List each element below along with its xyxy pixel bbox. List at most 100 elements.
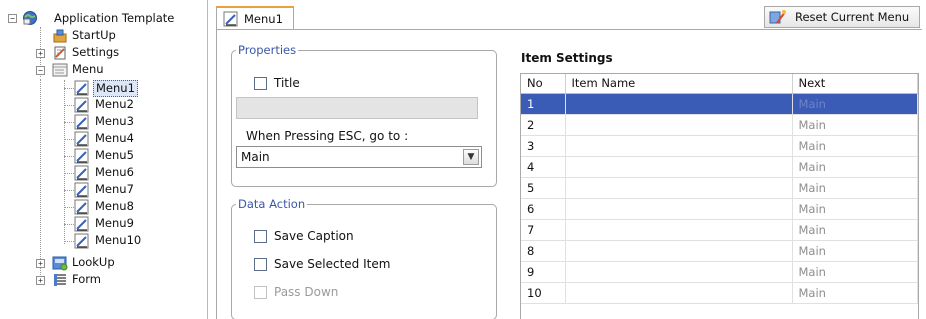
cell-no[interactable]: 8 — [521, 240, 566, 262]
cell-no[interactable]: 10 — [521, 282, 566, 304]
tree-label: Menu7 — [95, 182, 134, 196]
cell-next[interactable]: Main — [792, 114, 918, 136]
cell-name[interactable] — [565, 156, 793, 178]
table-row[interactable]: 4 Main — [521, 156, 918, 178]
esc-target-select[interactable]: Main ▼ — [236, 146, 482, 168]
table-row[interactable]: 1 Main — [521, 93, 918, 115]
tree-connector — [64, 105, 74, 106]
table-header-row: No Item Name Next — [521, 74, 918, 94]
cell-next[interactable]: Main — [792, 261, 918, 283]
expand-icon[interactable]: + — [36, 49, 45, 58]
tree-node-menu-item[interactable]: Menu4 — [0, 131, 208, 148]
tab-menu1[interactable]: Menu1 — [216, 6, 294, 30]
table-row[interactable]: 3 Main — [521, 135, 918, 157]
item-settings-title: Item Settings — [521, 51, 613, 65]
tree-label: Menu5 — [95, 148, 134, 162]
tree-node-menu-item[interactable]: Menu6 — [0, 165, 208, 182]
cell-next[interactable]: Main — [792, 240, 918, 262]
cell-no[interactable]: 3 — [521, 135, 566, 157]
tree-node-menu[interactable]: − Menu — [0, 62, 208, 79]
cell-no[interactable]: 2 — [521, 114, 566, 136]
cell-no[interactable]: 4 — [521, 156, 566, 178]
column-header-item-name[interactable]: Item Name — [565, 74, 793, 94]
data-action-legend: Data Action — [238, 197, 306, 211]
cell-name[interactable] — [565, 114, 793, 136]
tree-node-startup[interactable]: StartUp — [0, 28, 208, 45]
tree-connector — [64, 156, 74, 157]
cell-name[interactable] — [565, 261, 793, 283]
save-caption-checkbox[interactable] — [254, 229, 267, 243]
collapse-icon[interactable]: − — [8, 14, 17, 23]
save-caption-row[interactable]: Save Caption — [254, 229, 354, 243]
menu-page-icon — [74, 80, 89, 96]
cell-next[interactable]: Main — [792, 156, 918, 178]
table-row[interactable]: 2 Main — [521, 114, 918, 136]
menu-page-icon — [74, 216, 89, 232]
table-row[interactable]: 10 Main — [521, 282, 918, 304]
save-selected-label: Save Selected Item — [274, 257, 391, 271]
startup-icon — [53, 29, 67, 43]
tree-node-root[interactable]: − Application Template — [0, 10, 208, 27]
tree-connector — [64, 173, 74, 174]
tree-node-lookup[interactable]: + LookUp — [0, 255, 208, 272]
cell-no[interactable]: 5 — [521, 177, 566, 199]
cell-name[interactable] — [565, 219, 793, 241]
esc-select-value: Main — [241, 150, 270, 164]
item-settings-grid: No Item Name Next 1 Main 2 Main 3 Main 4 Main 5 M… — [520, 73, 919, 319]
cell-no[interactable]: 6 — [521, 198, 566, 220]
reset-button-label: Reset Current Menu — [795, 10, 910, 24]
cell-next[interactable]: Main — [792, 135, 918, 157]
tree-label: Menu10 — [95, 233, 142, 247]
tree-node-menu-item[interactable]: Menu8 — [0, 199, 208, 216]
column-header-no[interactable]: No — [521, 74, 566, 94]
cell-no[interactable]: 7 — [521, 219, 566, 241]
cell-name[interactable] — [565, 135, 793, 157]
tree-node-menu-item[interactable]: Menu7 — [0, 182, 208, 199]
cell-name[interactable] — [565, 282, 793, 304]
tree-label: Form — [72, 272, 101, 286]
cell-next[interactable]: Main — [792, 198, 918, 220]
table-row[interactable]: 8 Main — [521, 240, 918, 262]
cell-name[interactable] — [565, 198, 793, 220]
column-header-next[interactable]: Next — [792, 74, 918, 94]
title-input[interactable] — [236, 97, 478, 119]
tree-node-menu-item[interactable]: Menu5 — [0, 148, 208, 165]
tree-node-menu-item[interactable]: Menu3 — [0, 114, 208, 131]
menu-page-icon — [74, 97, 89, 113]
cell-name[interactable] — [565, 93, 793, 115]
menu-folder-icon — [52, 63, 68, 77]
tree-node-menu-item[interactable]: Menu2 — [0, 97, 208, 114]
cell-name[interactable] — [565, 240, 793, 262]
save-selected-row[interactable]: Save Selected Item — [254, 257, 390, 271]
tree-label: Menu9 — [95, 216, 134, 230]
table-row[interactable]: 6 Main — [521, 198, 918, 220]
cell-next[interactable]: Main — [792, 282, 918, 304]
chevron-down-icon[interactable]: ▼ — [463, 149, 479, 165]
reset-wand-icon — [769, 10, 786, 24]
reset-current-menu-button[interactable]: Reset Current Menu — [764, 6, 920, 28]
cell-next[interactable]: Main — [792, 219, 918, 241]
title-checkbox-row[interactable]: Title — [254, 76, 300, 90]
expand-icon[interactable]: + — [36, 276, 45, 285]
tree-node-form[interactable]: + Form — [0, 272, 208, 289]
save-selected-checkbox[interactable] — [254, 257, 267, 271]
cell-name[interactable] — [565, 177, 793, 199]
tree-label: Menu4 — [95, 131, 134, 145]
table-row[interactable]: 9 Main — [521, 261, 918, 283]
tree-node-menu-item[interactable]: Menu1 — [0, 80, 208, 97]
cell-next[interactable]: Main — [792, 93, 918, 115]
cell-no[interactable]: 1 — [521, 93, 566, 115]
table-row[interactable]: 7 Main — [521, 219, 918, 241]
tree-node-menu-item[interactable]: Menu9 — [0, 216, 208, 233]
collapse-icon[interactable]: − — [36, 66, 45, 75]
cell-no[interactable]: 9 — [521, 261, 566, 283]
tree-label: Settings — [72, 45, 120, 59]
tree-node-settings[interactable]: + Settings — [0, 45, 208, 62]
menu-page-icon — [74, 165, 89, 181]
tree-label: Menu6 — [95, 165, 134, 179]
cell-next[interactable]: Main — [792, 177, 918, 199]
expand-icon[interactable]: + — [36, 259, 45, 268]
table-row[interactable]: 5 Main — [521, 177, 918, 199]
tree-node-menu-item[interactable]: Menu10 — [0, 233, 208, 250]
title-checkbox[interactable] — [254, 76, 267, 90]
